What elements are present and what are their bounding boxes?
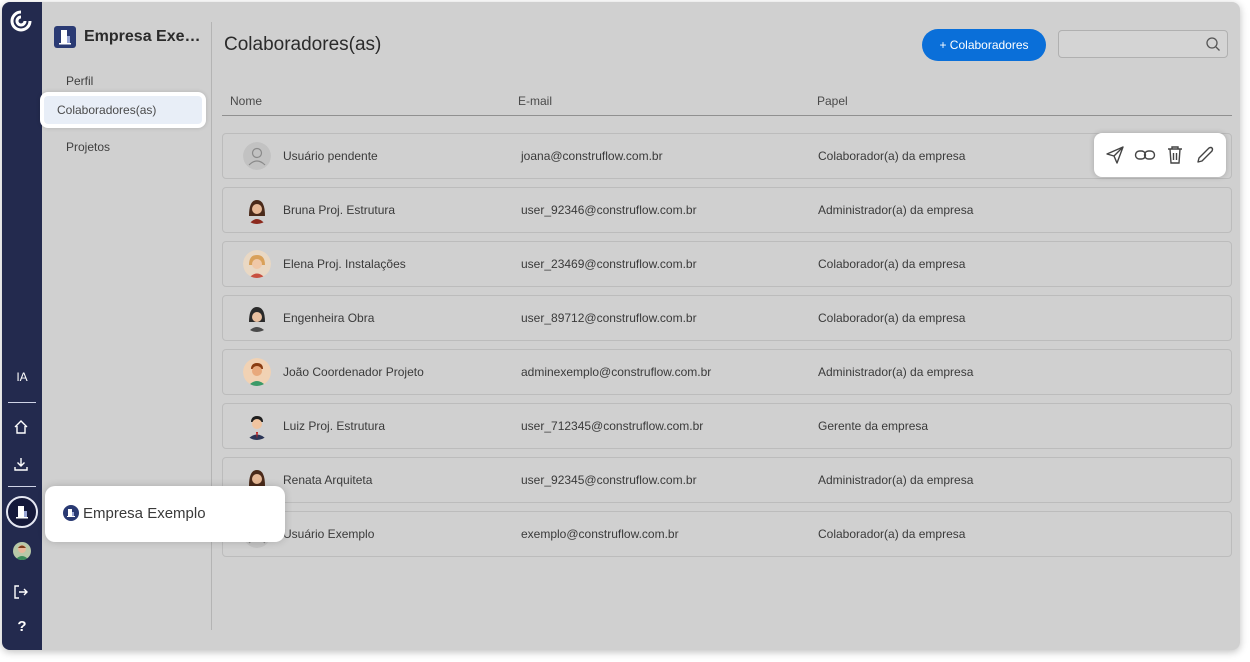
table-row[interactable]: Luiz Proj. Estrutura user_712345@construf… — [222, 403, 1232, 449]
sidebar-item-projetos[interactable]: Projetos — [66, 140, 110, 154]
organization-switch-button[interactable] — [6, 496, 38, 528]
collaborator-email: user_89712@construflow.com.br — [521, 311, 697, 325]
collaborator-role: Administrador(a) da empresa — [818, 365, 974, 379]
collaborator-email: user_92345@construflow.com.br — [521, 473, 697, 487]
ia-button[interactable]: IA — [2, 370, 42, 384]
sidebar-item-colaboradores[interactable]: Colaboradores(as) — [44, 96, 202, 124]
collaborator-name: Luiz Proj. Estrutura — [283, 419, 386, 433]
company-name: Empresa Exem... — [84, 28, 202, 45]
collaborator-email: user_23469@construflow.com.br — [521, 257, 697, 271]
logout-icon[interactable] — [10, 581, 32, 603]
search-input[interactable] — [1065, 35, 1195, 53]
settings-sidebar: Empresa Exem... Perfil Colaboradores(as)… — [40, 2, 212, 650]
tooltip-content: Empresa Exemplo — [53, 492, 277, 534]
company-logo — [54, 26, 76, 48]
collaborator-email: user_92346@construflow.com.br — [521, 203, 697, 217]
collaborator-name: Usuário Exemplo — [283, 527, 375, 541]
column-header-papel[interactable]: Papel — [817, 94, 848, 108]
app-window: IA ? Empresa Exem... Perfil Colaboradore… — [2, 2, 1240, 650]
home-icon[interactable] — [10, 416, 32, 438]
send-icon[interactable] — [1103, 143, 1127, 167]
collaborator-email: user_712345@construflow.com.br — [521, 419, 704, 433]
collaborator-name: João Coordenador Projeto — [283, 365, 424, 379]
collaborator-role: Administrador(a) da empresa — [818, 473, 974, 487]
add-collaborator-button[interactable]: + Colaboradores — [922, 29, 1046, 61]
table-row[interactable]: Engenheira Obra user_89712@construflow.co… — [222, 295, 1232, 341]
sidebar-item-perfil[interactable]: Perfil — [66, 74, 93, 88]
construflow-logo-icon[interactable] — [10, 10, 32, 32]
collaborator-avatar — [243, 196, 271, 224]
column-header-email[interactable]: E-mail — [518, 94, 552, 108]
search-box[interactable] — [1058, 30, 1228, 58]
collaborator-name: Renata Arquiteta — [283, 473, 373, 487]
collaborator-avatar — [243, 250, 271, 278]
collaborator-role: Administrador(a) da empresa — [818, 203, 974, 217]
sidebar-item-highlight: Colaboradores(as) — [40, 92, 206, 128]
table-header: Nome E-mail Papel — [222, 92, 1232, 116]
collaborator-avatar — [243, 358, 271, 386]
help-button[interactable]: ? — [2, 618, 42, 635]
collaborator-name: Bruna Proj. Estrutura — [283, 203, 396, 217]
collaborator-name: Elena Proj. Instalações — [283, 257, 406, 271]
collaborator-name: Engenheira Obra — [283, 311, 375, 325]
table-row[interactable]: Elena Proj. Instalações user_23469@constr… — [222, 241, 1232, 287]
collaborator-name: Usuário pendente — [283, 149, 378, 163]
building-icon — [63, 505, 79, 521]
rail-divider — [8, 402, 36, 403]
collaborator-email: adminexemplo@construflow.com.br — [521, 365, 712, 379]
collaborator-role: Colaborador(a) da empresa — [818, 149, 966, 163]
collaborator-role: Colaborador(a) da empresa — [818, 527, 966, 541]
search-icon[interactable] — [1205, 36, 1221, 52]
table-row[interactable]: Usuário pendente joana@construflow.com.br… — [222, 133, 1232, 179]
table-row[interactable]: Renata Arquiteta user_92345@construflow.c… — [222, 457, 1232, 503]
pencil-icon[interactable] — [1193, 143, 1217, 167]
company-header: Empresa Exem... — [54, 26, 202, 48]
building-icon — [59, 30, 71, 45]
tooltip-label: Empresa Exemplo — [83, 504, 206, 522]
table-row[interactable]: Usuário Exemplo exemplo@construflow.com.b… — [222, 511, 1232, 557]
download-icon[interactable] — [10, 453, 32, 475]
column-header-nome[interactable]: Nome — [230, 94, 262, 108]
collaborator-avatar — [243, 142, 271, 170]
table-row[interactable]: João Coordenador Projeto adminexemplo@con… — [222, 349, 1232, 395]
collaborator-role: Gerente da empresa — [818, 419, 929, 433]
collaborator-email: exemplo@construflow.com.br — [521, 527, 679, 541]
table-row[interactable]: Bruna Proj. Estrutura user_92346@construf… — [222, 187, 1232, 233]
user-avatar[interactable] — [13, 542, 31, 560]
collaborator-role: Colaborador(a) da empresa — [818, 257, 966, 271]
link-icon[interactable] — [1133, 143, 1157, 167]
page-title: Colaboradores(as) — [224, 34, 382, 55]
main-content: Colaboradores(as) + Colaboradores Nome E… — [214, 2, 1240, 650]
rail-divider — [8, 486, 36, 487]
collaborator-avatar — [243, 412, 271, 440]
collaborator-avatar — [243, 304, 271, 332]
trash-icon[interactable] — [1163, 143, 1187, 167]
collaborator-role: Colaborador(a) da empresa — [818, 311, 966, 325]
icon-rail: IA ? — [2, 2, 42, 650]
row-actions-toolbar — [1094, 133, 1226, 177]
organization-tooltip: Empresa Exemplo — [45, 486, 285, 542]
collaborator-email: joana@construflow.com.br — [521, 149, 663, 163]
building-icon — [16, 506, 28, 519]
